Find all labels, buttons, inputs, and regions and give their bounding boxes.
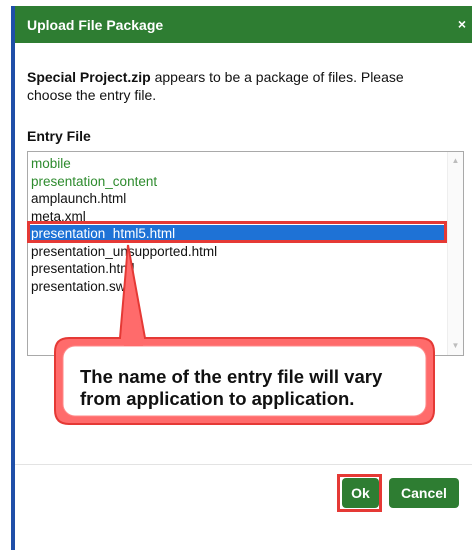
dialog-titlebar: Upload File Package × bbox=[15, 6, 472, 43]
entry-file-items: mobile presentation_content amplaunch.html… bbox=[28, 155, 447, 295]
cancel-button[interactable]: Cancel bbox=[389, 478, 459, 508]
list-item-file[interactable]: presentation_html5.html bbox=[28, 225, 447, 243]
entry-file-label: Entry File bbox=[27, 128, 91, 144]
list-item-folder[interactable]: mobile bbox=[28, 155, 447, 173]
dialog-message: Special Project.zip appears to be a pack… bbox=[27, 68, 447, 104]
list-item-file[interactable]: presentation_unsupported.html bbox=[28, 243, 447, 261]
scroll-up-icon[interactable]: ▲ bbox=[448, 154, 463, 168]
close-icon[interactable]: × bbox=[458, 16, 466, 32]
footer-divider bbox=[15, 464, 472, 465]
package-filename: Special Project.zip bbox=[27, 69, 151, 85]
list-item-file[interactable]: presentation.html bbox=[28, 260, 447, 278]
list-item-file[interactable]: amplaunch.html bbox=[28, 190, 447, 208]
list-scrollbar[interactable]: ▲ ▼ bbox=[447, 152, 463, 355]
entry-file-list[interactable]: mobile presentation_content amplaunch.html… bbox=[27, 151, 464, 356]
ok-button[interactable]: Ok bbox=[342, 478, 379, 508]
list-item-folder[interactable]: presentation_content bbox=[28, 173, 447, 191]
list-item-file[interactable]: meta.xml bbox=[28, 208, 447, 226]
callout-line-1: The name of the entry file will vary bbox=[80, 366, 383, 387]
window-edge bbox=[11, 6, 15, 550]
scroll-down-icon[interactable]: ▼ bbox=[448, 339, 463, 353]
callout-text: The name of the entry file will vary fro… bbox=[80, 366, 420, 410]
callout-line-2: from application to application. bbox=[80, 388, 355, 409]
list-item-file[interactable]: presentation.swf bbox=[28, 278, 447, 296]
dialog-title: Upload File Package bbox=[27, 17, 164, 33]
